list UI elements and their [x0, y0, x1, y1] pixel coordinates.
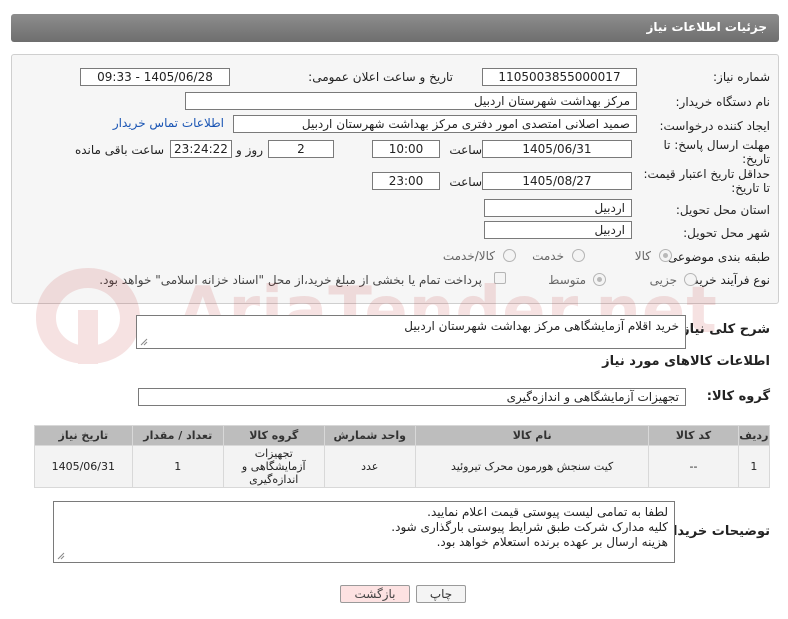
goods-group-label: گروه کالا:: [706, 389, 770, 404]
category-radio-goods-service[interactable]: [503, 249, 516, 262]
col-unit: واحد شمارش: [323, 425, 416, 446]
col-date: تاریخ نیاز: [34, 425, 133, 446]
announce-datetime-label: تاریخ و ساعت اعلان عمومی:: [308, 70, 453, 84]
col-group: گروه کالا: [222, 425, 325, 446]
remaining-time-field: 23:24:22: [170, 140, 232, 158]
description-text: خرید اقلام آزمایشگاهی مرکز بهداشت شهرستا…: [404, 319, 679, 333]
category-radio-goods[interactable]: [659, 249, 672, 262]
goods-section-title: اطلاعات کالاهای مورد نیاز: [602, 354, 770, 369]
delivery-province-field: اردبیل: [484, 199, 632, 217]
cell-name: کیت سنجش هورمون محرک تیروئید: [414, 445, 650, 488]
category-option-goods: کالا: [634, 249, 651, 263]
purchase-radio-medium[interactable]: [593, 273, 606, 286]
reply-days-label: روز و: [236, 143, 263, 157]
reply-deadline-label: مهلت ارسال پاسخ: تا: [663, 138, 770, 152]
treasury-payment-checkbox[interactable]: [494, 272, 506, 284]
cell-qty: 1: [131, 445, 224, 488]
cell-code: --: [648, 445, 739, 488]
reply-time-label: ساعت: [449, 143, 482, 157]
buyer-note-line-3: هزینه ارسال بر عهده برنده استعلام خواهد …: [436, 535, 668, 549]
need-number-label: شماره نیاز:: [713, 70, 770, 84]
purchase-type-label: نوع فرآیند خرید :: [685, 273, 770, 287]
print-button[interactable]: چاپ: [416, 585, 466, 603]
col-code: کد کالا: [648, 425, 739, 446]
buyer-notes-label: توضیحات خریدار:: [660, 524, 770, 539]
category-option-service: خدمت: [532, 249, 564, 263]
buyer-contact-link[interactable]: اطلاعات تماس خریدار: [113, 116, 224, 130]
buyer-org-label: نام دستگاه خریدار:: [675, 95, 771, 109]
goods-group-field: تجهیزات آزمایشگاهی و اندازه‌گیری: [138, 388, 686, 406]
items-table: ردیف کد کالا نام کالا واحد شمارش گروه کا…: [34, 425, 771, 488]
price-validity-time-label: ساعت: [449, 175, 482, 189]
price-validity-label: حداقل تاریخ اعتبار قیمت:: [643, 167, 770, 181]
buyer-note-line-1: لطفا به تمامی لیست پیوستی قیمت اعلام نما…: [427, 505, 668, 519]
col-qty: تعداد / مقدار: [131, 425, 224, 446]
delivery-province-label: استان محل تحویل:: [675, 203, 770, 217]
category-radio-service[interactable]: [572, 249, 585, 262]
purchase-option-medium: متوسط: [548, 273, 586, 287]
price-validity-label-2: تا تاریخ:: [731, 181, 770, 195]
description-field: خرید اقلام آزمایشگاهی مرکز بهداشت شهرستا…: [136, 315, 686, 349]
resize-grip-icon[interactable]: [140, 338, 148, 346]
reply-deadline-label-2: تاریخ:: [742, 152, 770, 166]
reply-days-field: 2: [268, 140, 334, 158]
requester-label: ایجاد کننده درخواست:: [659, 119, 770, 133]
reply-deadline-date: 1405/06/31: [482, 140, 632, 158]
cell-date: 1405/06/31: [34, 445, 133, 488]
cell-unit: عدد: [323, 445, 416, 488]
category-label: طبقه بندی موضوعی:: [663, 250, 770, 264]
delivery-city-field: اردبیل: [484, 221, 632, 239]
price-validity-time: 23:00: [372, 172, 440, 190]
buyer-org-field: مرکز بهداشت شهرستان اردبیل: [185, 92, 637, 110]
buyer-note-line-2: کلیه مدارک شرکت طبق شرایط پیوستی بارگذار…: [391, 520, 668, 534]
category-option-goods-service: کالا/خدمت: [442, 249, 495, 263]
delivery-city-label: شهر محل تحویل:: [683, 226, 770, 240]
announce-datetime-field: 1405/06/28 - 09:33: [80, 68, 230, 86]
price-validity-date: 1405/08/27: [482, 172, 632, 190]
cell-row: 1: [737, 445, 771, 488]
page: جزئیات اطلاعات نیاز شماره نیاز: 11050038…: [0, 0, 788, 619]
col-name: نام کالا: [414, 425, 650, 446]
page-title: جزئیات اطلاعات نیاز: [646, 20, 767, 34]
cell-group: تجهیزات آزمایشگاهی و اندازه‌گیری: [222, 445, 325, 488]
reply-deadline-time: 10:00: [372, 140, 440, 158]
header-bar: جزئیات اطلاعات نیاز: [11, 14, 779, 42]
purchase-radio-minor[interactable]: [684, 273, 697, 286]
back-button[interactable]: بازگشت: [340, 585, 410, 603]
col-row: ردیف: [737, 425, 771, 446]
purchase-option-minor: جزیی: [649, 273, 677, 287]
treasury-payment-note: پرداخت تمام یا بخشی از مبلغ خرید،از محل …: [99, 273, 482, 287]
description-label: شرح کلی نیاز:: [676, 322, 770, 337]
table-row: 1 -- کیت سنجش هورمون محرک تیروئید عدد تج…: [34, 445, 771, 488]
resize-grip-icon[interactable]: [57, 552, 65, 560]
need-number-field: 1105003855000017: [482, 68, 637, 86]
requester-field: صمید اصلانی امتصدی امور دفتری مرکز بهداش…: [233, 115, 637, 133]
remaining-time-label: ساعت باقی مانده: [74, 143, 164, 157]
buyer-notes-field: لطفا به تمامی لیست پیوستی قیمت اعلام نما…: [53, 501, 675, 563]
